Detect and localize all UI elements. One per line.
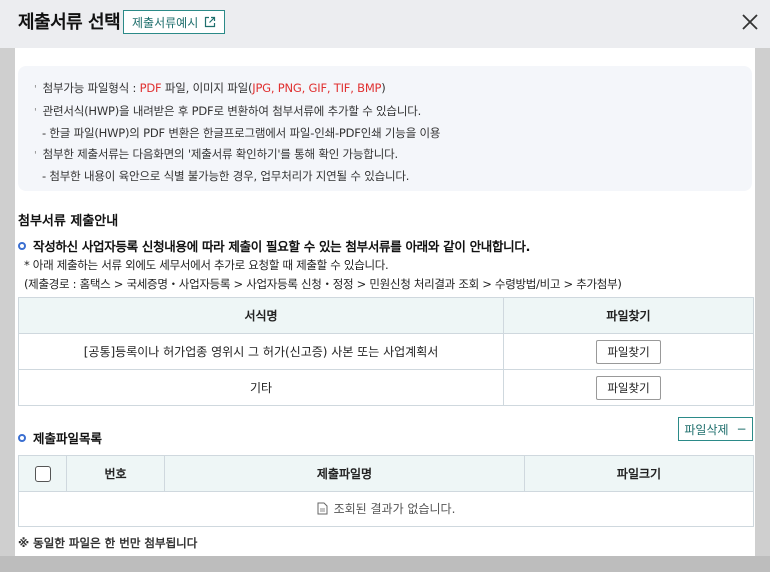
backdrop-bottom <box>0 556 770 572</box>
document-icon <box>317 502 328 515</box>
document-name: 기타 <box>18 369 504 406</box>
attachment-info-box: ' 첨부가능 파일형식 : PDF 파일, 이미지 파일(JPG, PNG, GI… <box>18 66 752 191</box>
column-header-number: 번호 <box>66 455 165 492</box>
table-row: 기타 파일찾기 <box>18 369 754 406</box>
guide-section-title: 첨부서류 제출안내 <box>18 214 119 229</box>
empty-row: 조회된 결과가 없습니다. <box>18 491 754 527</box>
file-list-title: 제출파일목록 <box>18 428 102 447</box>
close-icon[interactable] <box>740 12 760 32</box>
column-header-file-find: 파일찾기 <box>503 297 754 334</box>
info-hwp-convert: ' 관련서식(HWP)을 내려받은 후 PDF로 변환하여 첨부서류에 추가할 수… <box>34 103 422 118</box>
file-list-table: 번호 제출파일명 파일크기 조회된 결과가 없습니다. <box>18 455 754 527</box>
column-header-file-size: 파일크기 <box>524 455 754 492</box>
guide-bullet: 작성하신 사업자등록 신청내용에 따라 제출이 필요할 수 있는 첨부서류를 아… <box>18 236 530 255</box>
external-link-icon <box>205 16 216 28</box>
info-confirm: ' 첨부한 제출서류는 다음화면의 '제출서류 확인하기'를 통해 확인 가능합니… <box>34 146 398 161</box>
modal-title: 제출서류 선택 <box>18 12 121 33</box>
info-file-format: ' 첨부가능 파일형식 : PDF 파일, 이미지 파일(JPG, PNG, GI… <box>34 81 386 95</box>
info-delay-warning: - 첨부한 내용이 육안으로 식별 불가능한 경우, 업무처리가 지연될 수 있… <box>42 169 410 183</box>
select-all-checkbox[interactable] <box>34 465 51 482</box>
guide-path: (제출경로 : 홈택스 > 국세증명・사업자등록 > 사업자등록 신청・정정 >… <box>24 277 622 291</box>
table-row: [공통]등록이나 허가업종 영위시 그 허가(신고증) 사본 또는 사업계획서 … <box>18 333 754 370</box>
find-file-button[interactable]: 파일찾기 <box>596 339 661 364</box>
footer-note: ※ 동일한 파일은 한 번만 첨부됩니다 <box>18 536 198 550</box>
document-table: 서식명 파일찾기 [공통]등록이나 허가업종 영위시 그 허가(신고증) 사본 … <box>18 297 754 406</box>
backdrop-left <box>0 48 15 556</box>
info-hwp-method: - 한글 파일(HWP)의 PDF 변환은 한글프로그램에서 파일-인쇄-PDF… <box>42 126 441 140</box>
example-button-label: 제출서류예시 <box>132 15 199 30</box>
column-header-file-name: 제출파일명 <box>164 455 525 492</box>
guide-note: * 아래 제출하는 서류 외에도 세무서에서 추가로 요청할 때 제출할 수 있… <box>24 258 389 272</box>
backdrop-right <box>755 48 770 556</box>
circle-bullet-icon <box>18 241 26 250</box>
empty-message: 조회된 결과가 없습니다. <box>333 502 456 516</box>
column-header-form-name: 서식명 <box>18 297 504 334</box>
example-documents-button[interactable]: 제출서류예시 <box>123 10 226 34</box>
find-file-button[interactable]: 파일찾기 <box>596 375 661 400</box>
circle-bullet-icon <box>18 433 26 442</box>
minus-icon: − <box>736 422 747 436</box>
delete-file-button[interactable]: 파일삭제 − <box>678 417 753 441</box>
document-name: [공통]등록이나 허가업종 영위시 그 허가(신고증) 사본 또는 사업계획서 <box>18 333 504 370</box>
